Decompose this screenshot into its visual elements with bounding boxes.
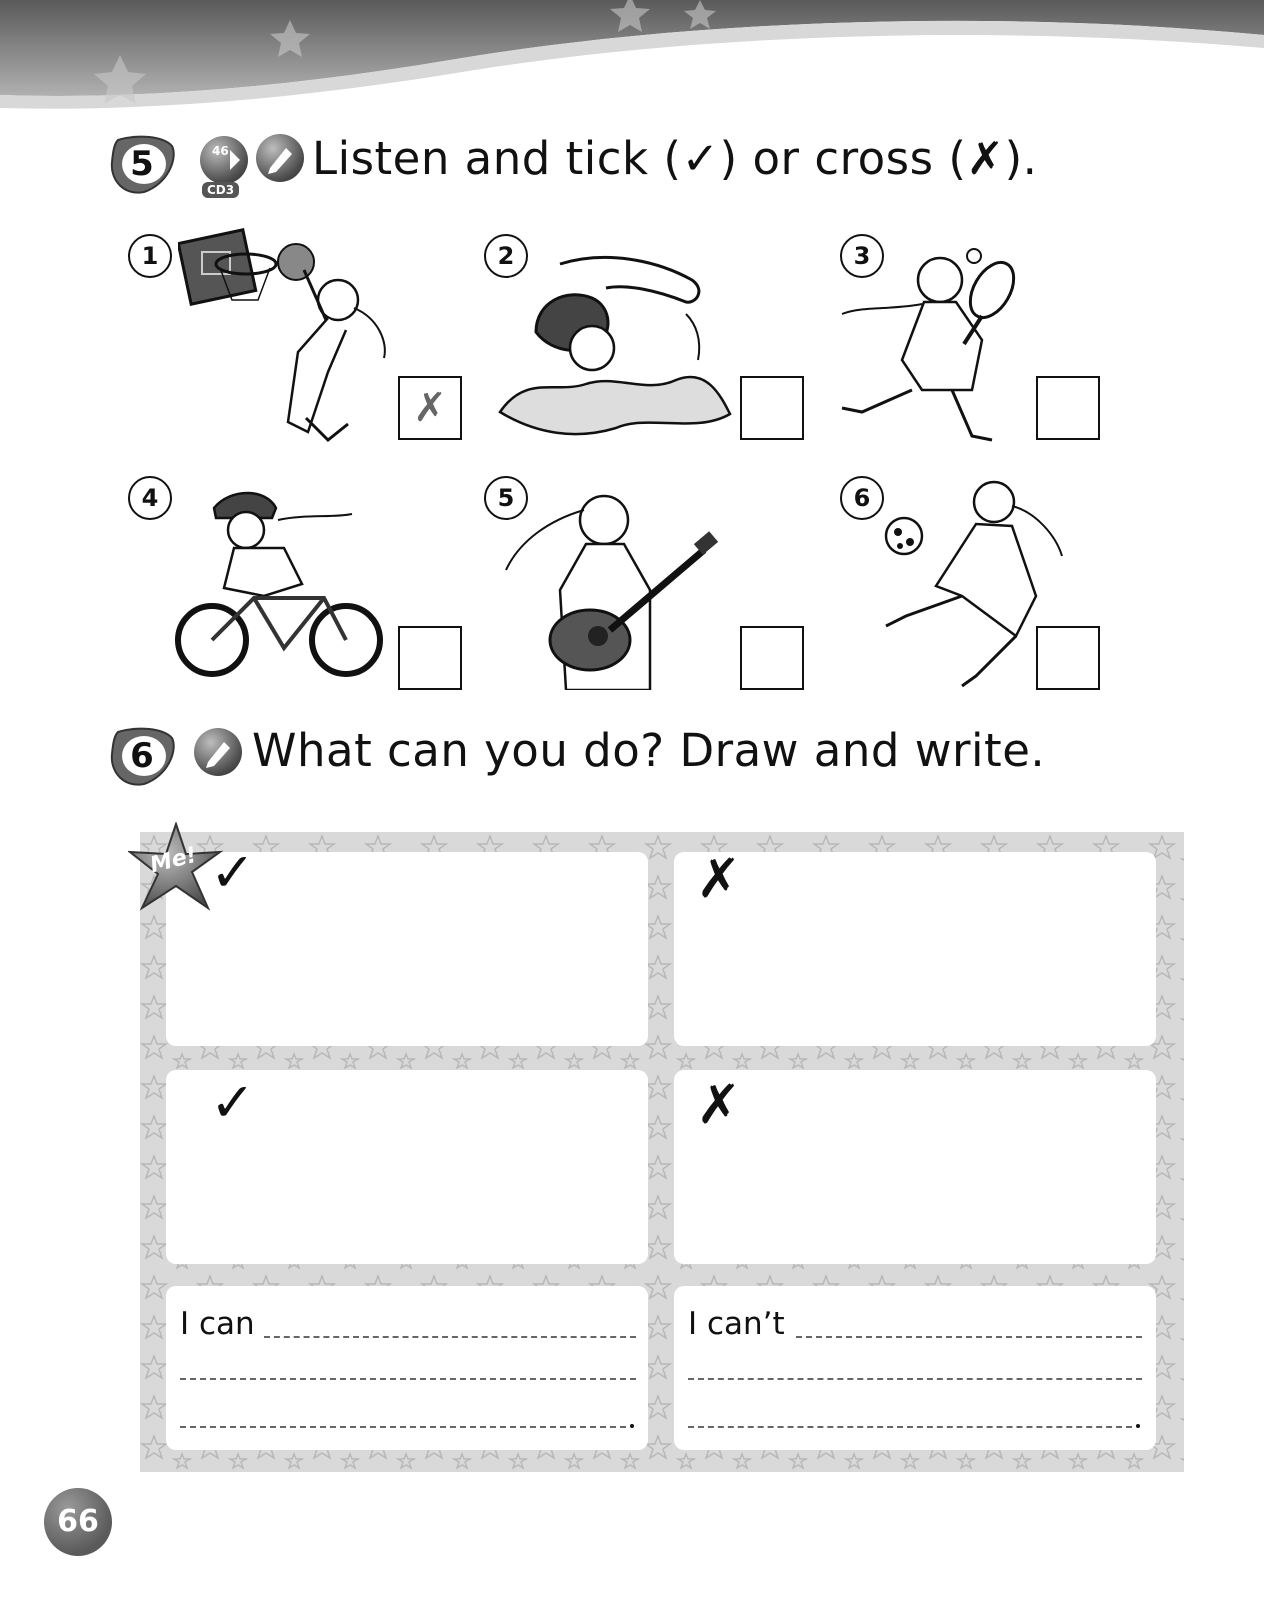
- i-cant-label: I can’t: [688, 1306, 785, 1342]
- guitar-illustration: [505, 494, 719, 690]
- swimming-illustration: [498, 255, 732, 436]
- basketball-illustration: [178, 228, 386, 443]
- pencil-icon: [194, 728, 242, 776]
- cross-mark-1: ✗: [696, 847, 742, 910]
- cant-draw-box-1[interactable]: [674, 852, 1156, 1046]
- answer-box-4[interactable]: [398, 626, 462, 690]
- exercise-6-instruction: What can you do? Draw and write.: [252, 724, 1046, 777]
- exercise-5-number: 5: [130, 144, 154, 184]
- answer-box-2[interactable]: [740, 376, 804, 440]
- answer-box-1[interactable]: ✗: [398, 376, 462, 440]
- can-writing-line-1[interactable]: [264, 1336, 636, 1338]
- full-stop: [1136, 1424, 1140, 1428]
- cross-mark-2: ✗: [696, 1073, 742, 1136]
- can-writing-line-3[interactable]: [180, 1426, 626, 1428]
- i-can-label: I can: [180, 1306, 255, 1342]
- pencil-icon: [256, 134, 304, 182]
- draw-write-panel: ✓ ✗ ✓ ✗ I can I can’t: [140, 832, 1184, 1472]
- exercise-5-number-badge: 5: [108, 134, 176, 194]
- exercise-6-number-badge: 6: [108, 726, 176, 786]
- cant-draw-box-2[interactable]: [674, 1070, 1156, 1264]
- full-stop: [630, 1424, 634, 1428]
- cant-writing-line-2[interactable]: [688, 1378, 1142, 1380]
- exercise-5-instruction: Listen and tick (✓) or cross (✗).: [312, 132, 1038, 185]
- answer-box-3[interactable]: [1036, 376, 1100, 440]
- tennis-illustration: [841, 248, 1016, 442]
- item-number-4: 4: [128, 476, 172, 520]
- exercise-6-number: 6: [130, 736, 154, 776]
- cant-writing-line-1[interactable]: [796, 1336, 1142, 1338]
- cycling-illustration: [175, 491, 383, 677]
- answer-box-5[interactable]: [740, 626, 804, 690]
- item-number-1: 1: [128, 234, 172, 278]
- tick-mark-2: ✓: [210, 1071, 256, 1134]
- can-writing-line-2[interactable]: [180, 1378, 636, 1380]
- page-number: 66: [44, 1488, 112, 1556]
- cd-label: CD3: [202, 182, 240, 198]
- audio-track-number: 46: [212, 144, 229, 158]
- answer-box-6[interactable]: [1036, 626, 1100, 690]
- cant-writing-line-3[interactable]: [688, 1426, 1132, 1428]
- top-banner: [0, 0, 1264, 109]
